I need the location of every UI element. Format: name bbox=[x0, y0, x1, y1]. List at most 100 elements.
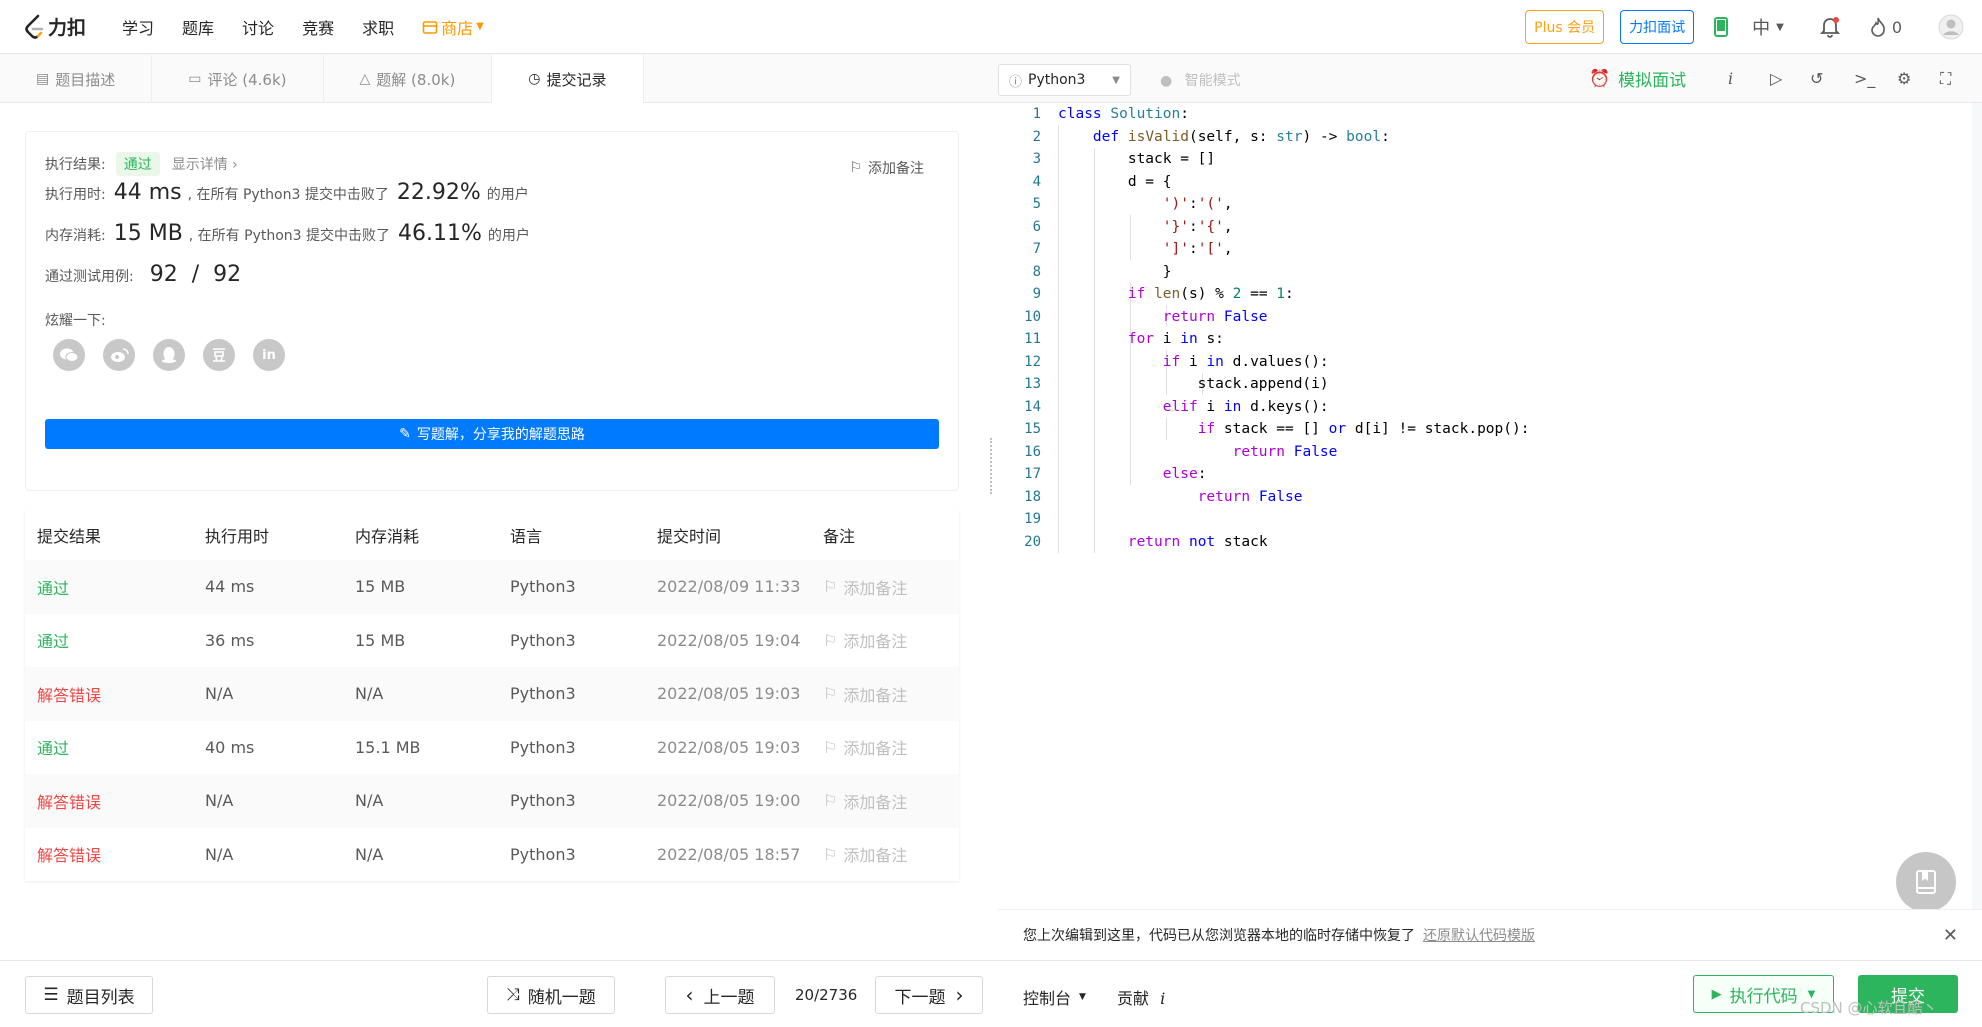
interview-button[interactable]: 力扣面试 bbox=[1620, 10, 1695, 44]
bell-icon[interactable] bbox=[1819, 16, 1840, 38]
problem-progress: 20/2736 bbox=[795, 986, 858, 1004]
linkedin-icon[interactable]: in bbox=[253, 339, 285, 371]
line-number: 5 bbox=[1032, 196, 1041, 212]
weibo-icon[interactable] bbox=[103, 339, 135, 371]
runtime-value: 44 ms bbox=[113, 180, 182, 205]
row-note-label: 添加备注 bbox=[843, 578, 908, 598]
restore-default-link[interactable]: 还原默认代码模版 bbox=[1423, 925, 1535, 945]
tests-row: 通过测试用例: 92 / 92 bbox=[45, 262, 247, 287]
row-status[interactable]: 解答错误 bbox=[25, 682, 205, 706]
reset-icon[interactable]: ↺ bbox=[1810, 69, 1823, 88]
smart-mode-toggle[interactable]: ● 智能模式 bbox=[1160, 70, 1241, 90]
terminal-icon[interactable]: >_ bbox=[1854, 69, 1875, 88]
line-number: 19 bbox=[1024, 511, 1041, 527]
language-select[interactable]: ⓘ Python3 ▼ bbox=[998, 64, 1131, 96]
next-problem-button[interactable]: 下一题 › bbox=[875, 976, 983, 1014]
memory-desc: , 在所有 Python3 提交中击败了 bbox=[188, 228, 391, 244]
restore-notice: 您上次编辑到这里，代码已从您浏览器本地的临时存储中恢复了 还原默认代码模版 ✕ bbox=[998, 909, 1982, 960]
tab-comments[interactable]: ▭ 评论 (4.6k) bbox=[152, 55, 324, 103]
nav-shop[interactable]: 商店 ▼ bbox=[422, 15, 484, 39]
row-add-note[interactable]: ⚐ 添加备注 bbox=[823, 682, 959, 706]
nav-discuss[interactable]: 讨论 bbox=[242, 15, 274, 39]
flag-icon: ⚐ bbox=[823, 684, 838, 704]
streak-counter[interactable]: 0 bbox=[1870, 17, 1902, 37]
table-row: 通过 36 ms 15 MB Python3 2022/08/05 19:04 … bbox=[25, 614, 959, 668]
prev-problem-button[interactable]: ‹ 上一题 bbox=[665, 976, 775, 1014]
write-solution-button[interactable]: ✎ 写题解，分享我的解题思路 bbox=[45, 419, 939, 449]
nav-jobs[interactable]: 求职 bbox=[362, 15, 394, 39]
show-detail-link[interactable]: 显示详情 › bbox=[172, 154, 238, 174]
tab-solutions-label: 题解 (8.0k) bbox=[376, 70, 456, 89]
settings-icon[interactable]: ⚙ bbox=[1897, 69, 1911, 88]
row-runtime: 40 ms bbox=[205, 737, 255, 757]
line-number: 9 bbox=[1032, 286, 1041, 302]
nav-problems[interactable]: 题库 bbox=[182, 15, 214, 39]
add-note-button[interactable]: ⚐ 添加备注 bbox=[849, 158, 924, 178]
share-icons: in bbox=[53, 339, 303, 371]
col-runtime: 执行用时 bbox=[205, 526, 270, 546]
row-language: Python3 bbox=[510, 791, 576, 811]
row-add-note[interactable]: ⚐ 添加备注 bbox=[823, 842, 959, 866]
notebook-fab[interactable] bbox=[1896, 852, 1956, 912]
logo[interactable]: 力扣 bbox=[24, 13, 86, 40]
code-editor[interactable]: 1 2 3 4 5 6 7 8 9 10 11 12 13 14 15 16 1… bbox=[998, 103, 1972, 909]
line-number: 14 bbox=[1024, 398, 1041, 415]
row-date: 2022/08/05 19:00 bbox=[657, 791, 801, 811]
row-date: 2022/08/05 19:04 bbox=[657, 630, 801, 650]
phone-icon[interactable] bbox=[1714, 17, 1729, 37]
flag-icon: ⚐ bbox=[823, 791, 838, 811]
douban-icon[interactable] bbox=[203, 339, 235, 371]
row-status[interactable]: 通过 bbox=[25, 735, 205, 759]
row-add-note[interactable]: ⚐ 添加备注 bbox=[823, 735, 959, 759]
row-date: 2022/08/05 19:03 bbox=[657, 737, 801, 757]
nav-contest[interactable]: 竞赛 bbox=[302, 15, 334, 39]
qq-icon[interactable] bbox=[153, 339, 185, 371]
line-number: 10 bbox=[1024, 308, 1041, 325]
line-number: 12 bbox=[1024, 353, 1041, 370]
line-number: 6 bbox=[1032, 218, 1041, 235]
row-language: Python3 bbox=[510, 630, 576, 650]
code-line: elif i in d.keys(): bbox=[1162, 398, 1329, 415]
close-icon[interactable]: ✕ bbox=[1943, 925, 1958, 946]
row-status[interactable]: 通过 bbox=[25, 575, 205, 599]
row-memory: 15 MB bbox=[355, 630, 406, 650]
panel-splitter[interactable] bbox=[988, 103, 998, 960]
mock-interview-button[interactable]: ⏰ 模拟面试 bbox=[1589, 66, 1686, 92]
contribute-button[interactable]: 贡献 i bbox=[1117, 985, 1165, 1009]
console-toggle[interactable]: 控制台 ▼ bbox=[1023, 985, 1086, 1009]
shop-icon bbox=[422, 20, 438, 34]
row-note-label: 添加备注 bbox=[843, 846, 908, 866]
problem-list-button[interactable]: ☰ 题目列表 bbox=[25, 976, 153, 1014]
avatar[interactable] bbox=[1938, 14, 1964, 40]
tab-solutions[interactable]: △ 题解 (8.0k) bbox=[324, 55, 493, 103]
wechat-icon[interactable] bbox=[53, 339, 85, 371]
line-number-gutter: 1 2 3 4 5 6 7 8 9 10 11 12 13 14 15 16 1… bbox=[998, 103, 1041, 553]
row-add-note[interactable]: ⚐ 添加备注 bbox=[823, 575, 959, 599]
play-icon[interactable]: ▷ bbox=[1770, 69, 1782, 88]
fullscreen-icon[interactable]: ⛶ bbox=[1940, 69, 1951, 89]
info-icon[interactable]: i bbox=[1728, 69, 1733, 88]
row-language: Python3 bbox=[510, 577, 576, 597]
chevron-down-icon: ▼ bbox=[1776, 21, 1784, 33]
console-label: 控制台 bbox=[1023, 989, 1072, 1008]
code-line: } bbox=[1058, 263, 1172, 280]
plus-member-button[interactable]: Plus 会员 bbox=[1525, 10, 1605, 44]
code-line: class Solution: bbox=[1058, 106, 1189, 122]
row-add-note[interactable]: ⚐ 添加备注 bbox=[823, 789, 959, 813]
language-switch[interactable]: 中 ▼ bbox=[1752, 14, 1784, 40]
row-memory: N/A bbox=[355, 844, 384, 864]
random-problem-button[interactable]: ⤨ 随机一题 bbox=[487, 976, 615, 1014]
tab-description[interactable]: ▤ 题目描述 bbox=[0, 55, 153, 103]
nav-learn[interactable]: 学习 bbox=[122, 15, 154, 39]
row-status[interactable]: 解答错误 bbox=[25, 789, 205, 813]
tab-submissions[interactable]: ◷ 提交记录 bbox=[492, 55, 644, 103]
code-content[interactable]: class Solution: def isValid(self, s: str… bbox=[1058, 103, 1529, 553]
row-status[interactable]: 通过 bbox=[25, 628, 205, 652]
shuffle-icon: ⤨ bbox=[506, 985, 520, 1005]
flag-icon: ⚐ bbox=[849, 160, 862, 176]
row-add-note[interactable]: ⚐ 添加备注 bbox=[823, 628, 959, 652]
table-row: 解答错误 N/A N/A Python3 2022/08/05 19:03 ⚐ 添… bbox=[25, 667, 959, 721]
row-status[interactable]: 解答错误 bbox=[25, 842, 205, 866]
code-line: return False bbox=[1197, 488, 1303, 505]
